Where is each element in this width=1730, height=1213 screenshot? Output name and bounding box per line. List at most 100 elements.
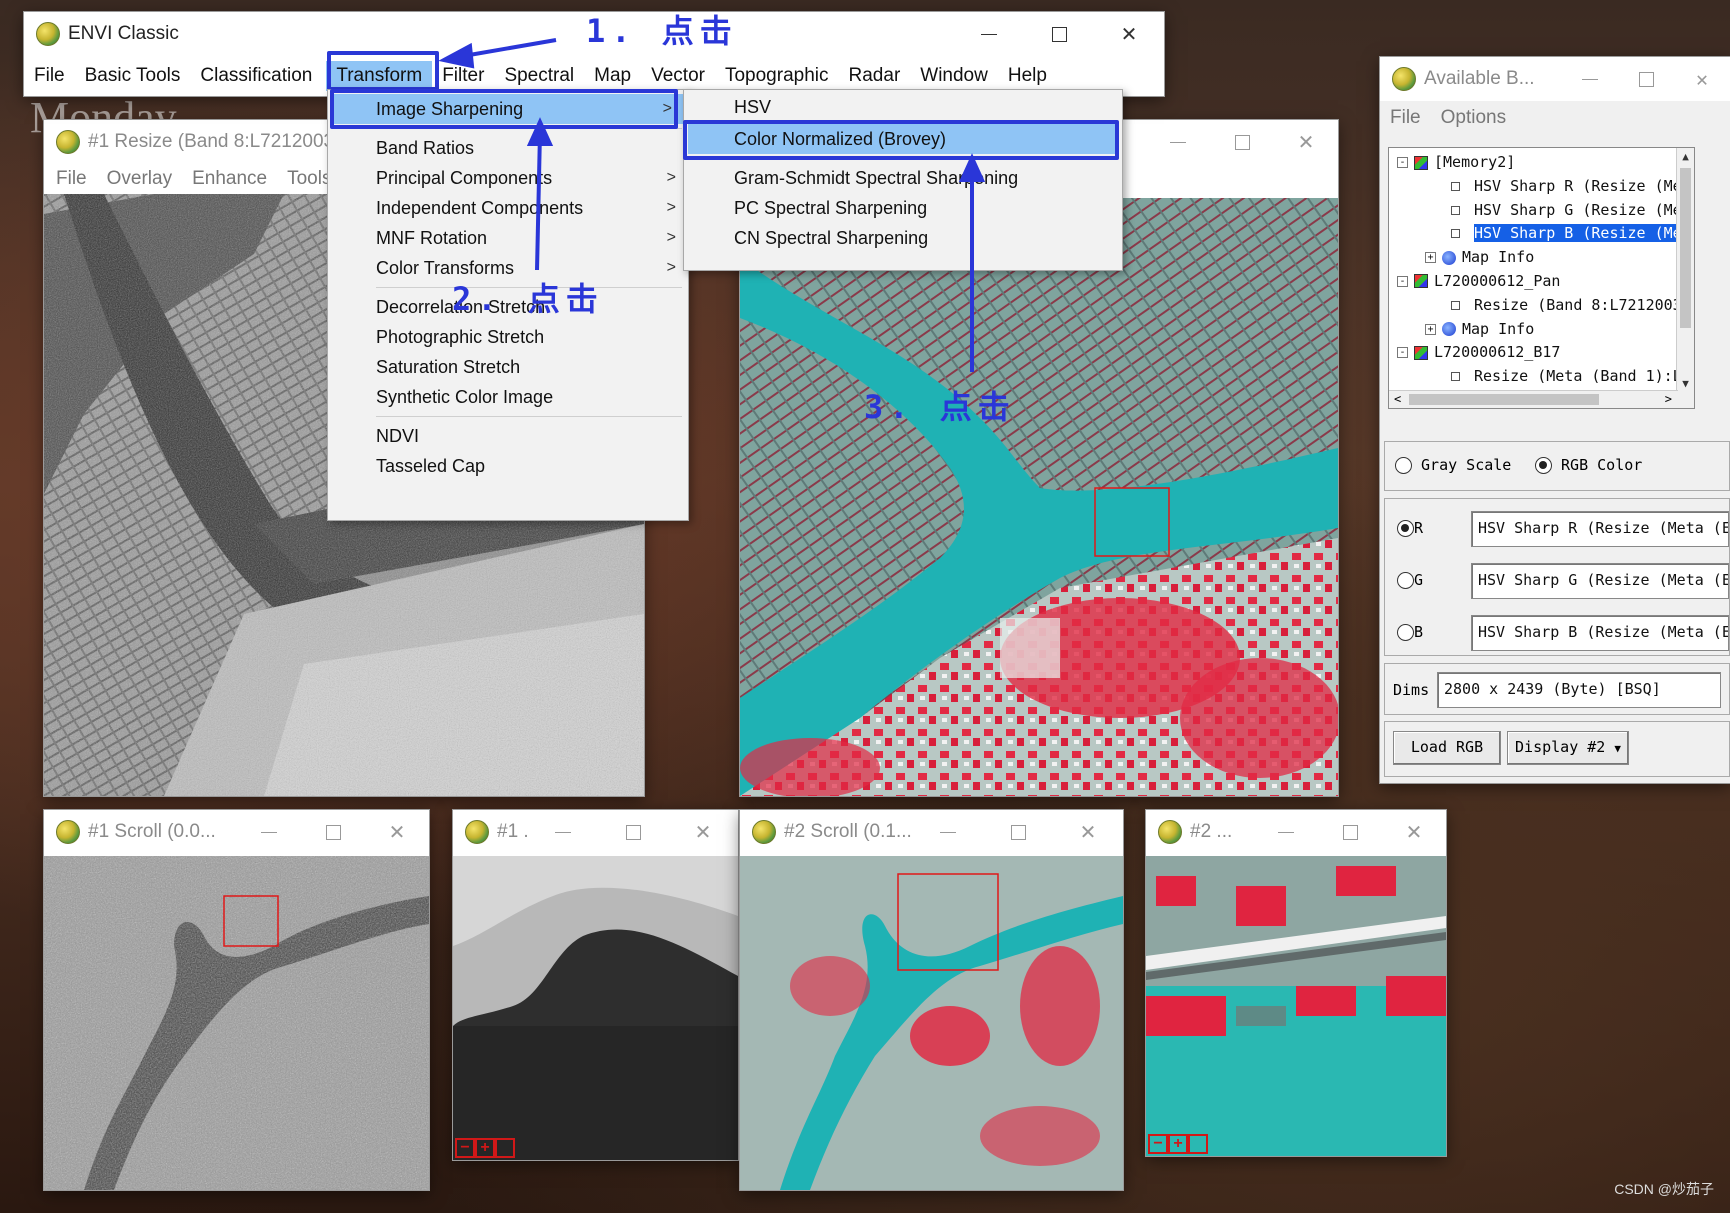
maximize-icon[interactable] [1024,12,1094,56]
zoom-out-icon[interactable]: − [1148,1134,1168,1154]
rgb-color-radio[interactable]: RGB Color [1535,456,1642,474]
menu-item-independent-components[interactable]: Independent Components > [328,193,688,223]
band-tree-row[interactable]: HSV Sharp B (Resize (Met [1389,222,1694,246]
menu-item-photographic-stretch[interactable]: Photographic Stretch [328,322,688,352]
scroll-left-icon[interactable]: < [1394,391,1401,408]
menu-radar[interactable]: Radar [839,61,911,91]
close-icon[interactable]: ✕ [365,810,429,854]
band-tree-row[interactable]: Resize (Band 8:L72120038 [1389,294,1694,318]
collapse-icon[interactable]: - [1397,347,1408,359]
menu-help[interactable]: Help [998,61,1057,91]
menu-item-saturation-stretch[interactable]: Saturation Stretch [328,352,688,382]
zoom2-titlebar[interactable]: #2 ... ✕ [1146,810,1446,854]
menu-topographic[interactable]: Topographic [715,61,839,91]
close-icon[interactable]: ✕ [1674,57,1730,101]
close-icon[interactable]: ✕ [1053,810,1123,854]
band-tree-row[interactable]: + Map Info [1389,246,1694,270]
avail-menu-file[interactable]: File [1380,103,1431,133]
display1-menu-file[interactable]: File [46,164,97,194]
zoom2-image[interactable]: − + [1146,856,1446,1156]
tree-vertical-scrollbar[interactable]: ▲ ▼ [1676,148,1694,408]
hscroll-thumb[interactable] [1409,394,1599,405]
gray-scale-radio-dot[interactable] [1395,457,1412,474]
menu-item-color-normalized-brovey[interactable]: Color Normalized (Brovey) [688,124,1118,154]
collapse-icon[interactable]: - [1397,157,1408,168]
menu-item-synthetic-color-image[interactable]: Synthetic Color Image [328,382,688,412]
maximize-icon[interactable] [1618,57,1674,101]
zoom-in-icon[interactable]: + [1168,1134,1188,1154]
scroll-right-icon[interactable]: > [1665,391,1672,408]
display1-menu-overlay[interactable]: Overlay [97,164,182,194]
channel-b-dot[interactable] [1397,624,1414,641]
gray-scale-radio[interactable]: Gray Scale [1395,456,1511,474]
band-tree-row[interactable]: - L720000612_B17 [1389,341,1694,365]
display1-menu-enhance[interactable]: Enhance [182,164,277,194]
minimize-icon[interactable] [1146,120,1210,164]
menu-filter[interactable]: Filter [432,61,494,91]
zoom-in-icon[interactable]: + [475,1138,495,1158]
menu-item-principal-components[interactable]: Principal Components > [328,163,688,193]
scroll-down-icon[interactable]: ▼ [1677,377,1694,390]
menu-item-hsv[interactable]: HSV [684,92,1122,122]
channel-r-dot[interactable] [1397,520,1414,537]
menu-item-band-ratios[interactable]: Band Ratios [328,133,688,163]
expand-icon[interactable]: + [1425,252,1436,264]
band-tree-row[interactable]: + Map Info [1389,318,1694,342]
crosshair-toggle-icon[interactable] [495,1138,515,1158]
minimize-icon[interactable] [237,810,301,854]
scroll1-image[interactable] [44,856,429,1190]
load-rgb-button[interactable]: Load RGB [1393,731,1501,765]
crosshair-toggle-icon[interactable] [1188,1134,1208,1154]
channel-g-radio[interactable]: G [1397,571,1423,589]
scroll1-titlebar[interactable]: #1 Scroll (0.0... ✕ [44,810,429,854]
avail-menu-options[interactable]: Options [1431,103,1516,133]
menu-file[interactable]: File [24,61,75,91]
menu-window[interactable]: Window [910,61,998,91]
zoom1-image[interactable]: − + [453,856,738,1160]
scroll2-titlebar[interactable]: #2 Scroll (0.1... ✕ [740,810,1123,854]
menu-transform[interactable]: Transform [326,61,433,91]
menu-item-ndvi[interactable]: NDVI [328,421,688,451]
display-select-button[interactable]: Display #2 ▼ [1507,731,1629,765]
channel-b-field[interactable]: HSV Sharp B (Resize (Meta (E [1471,615,1729,651]
menu-map[interactable]: Map [584,61,641,91]
menu-item-image-sharpening[interactable]: Image Sharpening > [332,94,684,124]
menu-spectral[interactable]: Spectral [494,61,584,91]
collapse-icon[interactable]: - [1397,275,1408,287]
band-tree-row[interactable]: Resize (Meta (Band 1):L7 [1389,365,1694,389]
band-tree-row[interactable]: HSV Sharp G (Resize (Met [1389,199,1694,223]
menu-item-pc-spectral-sharpening[interactable]: PC Spectral Sharpening [684,193,1122,223]
minimize-icon[interactable] [913,810,983,854]
maximize-icon[interactable] [1210,120,1274,164]
tree-horizontal-scrollbar[interactable]: < > [1389,390,1678,408]
channel-b-radio[interactable]: B [1397,623,1423,641]
maximize-icon[interactable] [1318,810,1382,854]
channel-g-dot[interactable] [1397,572,1414,589]
minimize-icon[interactable] [1562,57,1618,101]
band-tree-row[interactable]: - L720000612_Pan [1389,270,1694,294]
maximize-icon[interactable] [301,810,365,854]
close-icon[interactable]: ✕ [668,810,738,854]
scroll-thumb[interactable] [1680,168,1691,328]
menu-item-mnf-rotation[interactable]: MNF Rotation > [328,223,688,253]
available-bands-titlebar[interactable]: Available B... ✕ [1380,57,1730,101]
band-tree-row[interactable]: - [Memory2] [1389,151,1694,175]
scroll2-image[interactable] [740,856,1123,1190]
menu-item-gram-schmidt[interactable]: Gram-Schmidt Spectral Sharpening [684,163,1122,193]
maximize-icon[interactable] [598,810,668,854]
zoom1-titlebar[interactable]: #1 ... ✕ [453,810,738,854]
menu-vector[interactable]: Vector [641,61,715,91]
close-icon[interactable]: ✕ [1274,120,1338,164]
band-tree-row[interactable]: HSV Sharp R (Resize (Met [1389,175,1694,199]
maximize-icon[interactable] [983,810,1053,854]
menu-item-cn-spectral-sharpening[interactable]: CN Spectral Sharpening [684,223,1122,253]
minimize-icon[interactable] [528,810,598,854]
minimize-icon[interactable] [1254,810,1318,854]
close-icon[interactable]: ✕ [1094,12,1164,56]
close-icon[interactable]: ✕ [1382,810,1446,854]
scroll-up-icon[interactable]: ▲ [1677,148,1694,166]
menu-classification[interactable]: Classification [190,61,322,91]
channel-g-field[interactable]: HSV Sharp G (Resize (Meta (E [1471,563,1729,599]
expand-icon[interactable]: + [1425,323,1436,335]
display2-sharpened-image[interactable] [740,198,1338,796]
